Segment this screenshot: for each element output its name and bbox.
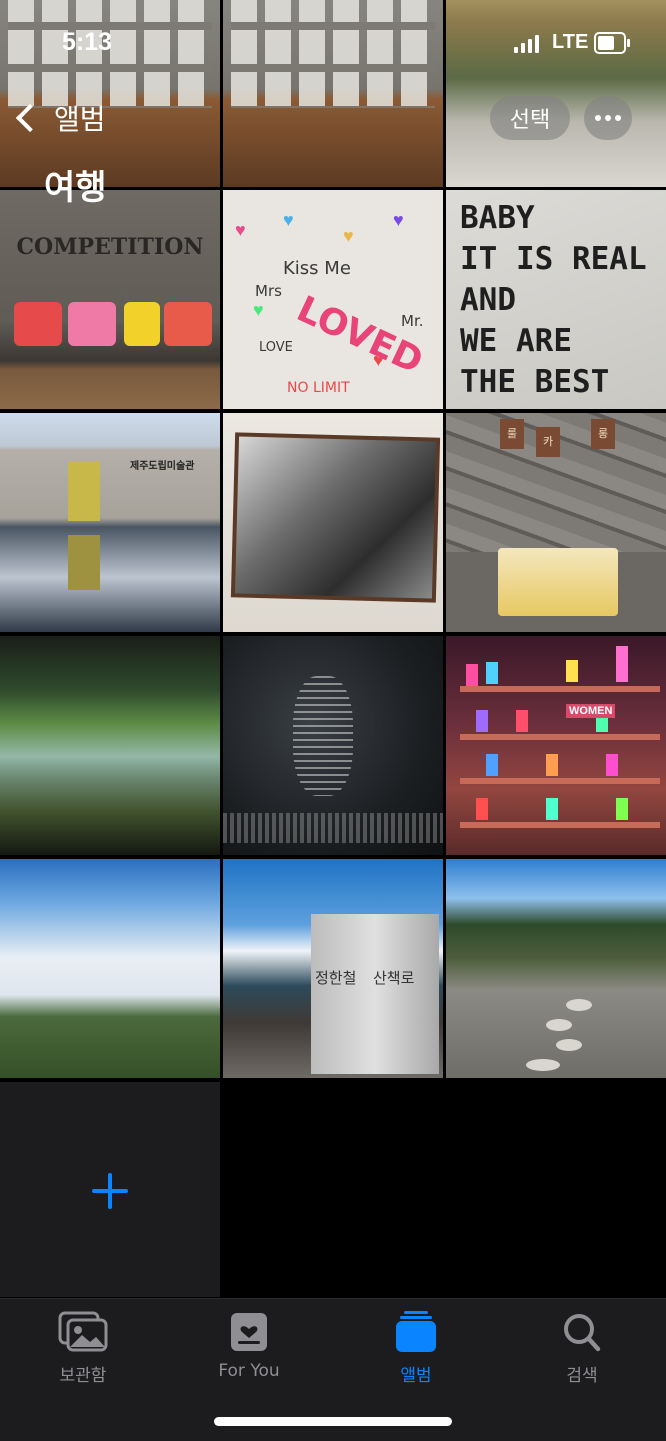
tab-label: 보관함 xyxy=(59,1366,107,1386)
home-indicator xyxy=(214,1417,452,1426)
albums-icon xyxy=(391,1311,441,1353)
photo-caption-text: COMPETITION xyxy=(16,234,204,260)
back-button[interactable]: 앨범 xyxy=(14,98,106,138)
photo-caption-text: 롱 xyxy=(591,419,615,449)
photo-caption-text: Kiss Me xyxy=(283,258,351,279)
photo-caption-text: LOVED xyxy=(290,288,430,383)
photo-caption-text: NO LIMIT xyxy=(287,380,350,396)
status-time: 5:13 xyxy=(62,28,113,56)
photo-tile[interactable]: WOMEN xyxy=(446,636,666,855)
album-title: 여행 xyxy=(44,168,107,208)
for-you-icon xyxy=(224,1311,274,1353)
photo-caption-text: Mr. xyxy=(401,312,424,330)
photo-tile[interactable] xyxy=(223,0,443,187)
tab-label: For You xyxy=(218,1361,280,1381)
photo-caption-text: BABY IT IS REAL AND WE ARE THE BEST xyxy=(460,200,647,400)
photo-tile[interactable] xyxy=(0,859,220,1078)
photo-tile[interactable]: ♥ ♥ ♥ ♥ ♥ ♥ Kiss Me Mrs Mr. LOVE LOVED N… xyxy=(223,190,443,409)
photo-caption-text: WOMEN xyxy=(566,704,616,718)
back-label: 앨범 xyxy=(54,103,106,136)
photo-caption-text: 정한철 xyxy=(315,969,357,987)
more-button[interactable] xyxy=(584,96,632,140)
network-type: LTE xyxy=(552,31,589,53)
tab-albums[interactable]: 앨범 xyxy=(356,1311,476,1386)
add-photo-tile[interactable] xyxy=(0,1082,220,1297)
photo-library-icon xyxy=(58,1311,108,1353)
photo-tile[interactable] xyxy=(223,413,443,632)
photo-tile[interactable] xyxy=(446,0,666,187)
photo-caption-text: LOVE xyxy=(259,340,293,355)
photo-tile[interactable]: COMPETITION xyxy=(0,190,220,409)
photo-caption-text: Mrs xyxy=(255,282,282,300)
ellipsis-icon xyxy=(595,115,601,121)
chevron-left-icon xyxy=(15,103,45,133)
tab-label: 앨범 xyxy=(400,1366,432,1386)
photo-tile[interactable]: BABY IT IS REAL AND WE ARE THE BEST xyxy=(446,190,666,409)
tab-search[interactable]: 검색 xyxy=(522,1311,642,1386)
photo-tile[interactable]: 룰 카 롱 xyxy=(446,413,666,632)
photo-tile[interactable] xyxy=(446,859,666,1078)
photo-tile[interactable] xyxy=(0,636,220,855)
photo-caption-text: 제주도립미술관 xyxy=(130,461,195,472)
photo-caption-text: 룰 xyxy=(500,419,524,449)
photo-tile[interactable]: 정한철 산책로 xyxy=(223,859,443,1078)
photo-tile[interactable]: 제주도립미술관 xyxy=(0,413,220,632)
tab-for-you[interactable]: For You xyxy=(189,1311,309,1381)
battery-icon xyxy=(594,32,630,54)
select-button[interactable]: 선택 xyxy=(490,96,570,140)
tab-library[interactable]: 보관함 xyxy=(23,1311,143,1386)
photo-caption-text: 산책로 xyxy=(373,969,415,987)
plus-icon xyxy=(92,1173,128,1209)
tab-label: 검색 xyxy=(566,1366,598,1386)
cellular-signal-icon xyxy=(514,35,540,53)
search-icon xyxy=(557,1311,607,1353)
photo-caption-text: 카 xyxy=(536,427,560,457)
photo-tile[interactable] xyxy=(223,636,443,855)
